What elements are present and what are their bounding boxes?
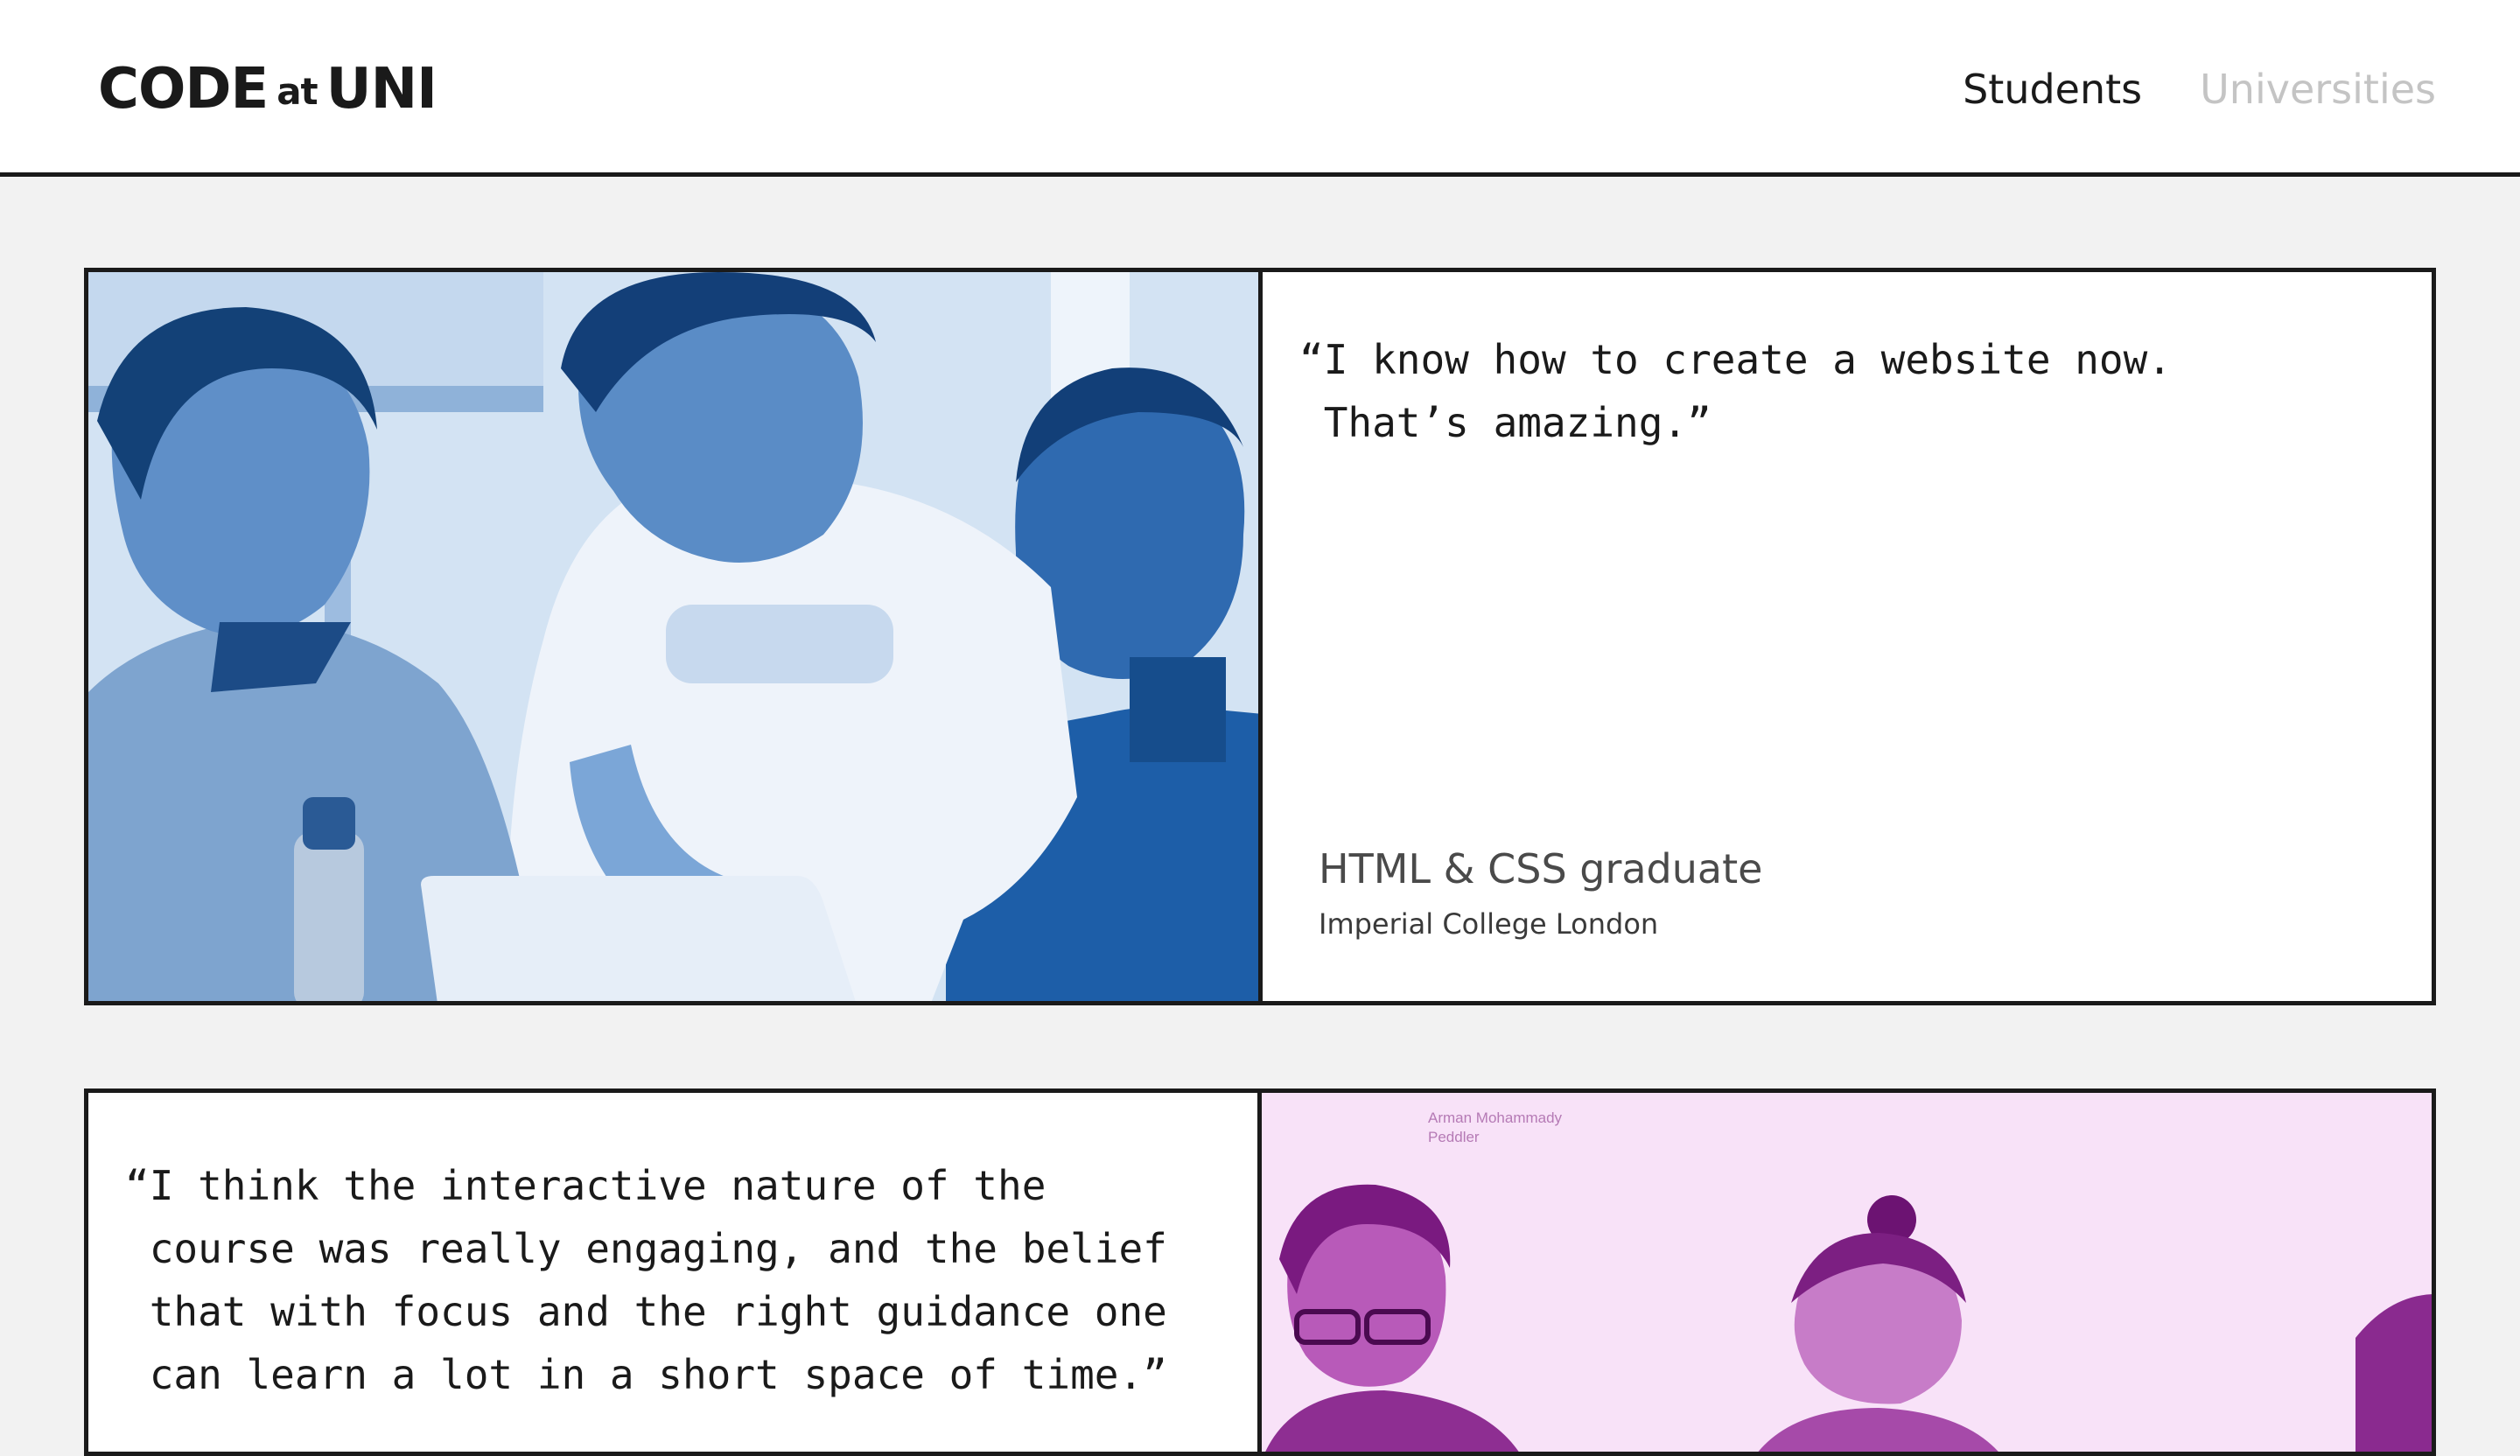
nav-students-link[interactable]: Students [1963,63,2142,116]
site-header: CODE at UNI Students Universities [0,0,2520,177]
nav-universities-link[interactable]: Universities [2200,63,2436,116]
testimonial-card: “I think the interactive nature of the c… [84,1088,2436,1456]
quote-panel: “I know how to create a website now. Tha… [1263,272,2432,1001]
student-photo: Arman Mohammady Peddler [1257,1093,2432,1452]
testimonial-quote: “I know how to create a website now. Tha… [1299,336,2172,446]
logo-at: at [276,70,318,113]
testimonial-card: “I know how to create a website now. Tha… [84,268,2436,1005]
student-photo [88,272,1263,1001]
quote-panel: “I think the interactive nature of the c… [88,1093,1257,1452]
photo-caption: Arman Mohammady Peddler [1428,1110,1563,1145]
main-nav: Students Universities [1963,63,2436,116]
testimonial-school: Imperial College London [1319,907,1659,941]
logo-uni: UNI [326,57,438,122]
logo-code: CODE [98,57,269,122]
site-logo[interactable]: CODE at UNI [98,56,438,125]
testimonial-role: HTML & CSS graduate [1319,845,1763,892]
testimonial-quote: “I think the interactive nature of the c… [125,1162,1167,1398]
students-at-laptop-photo [88,272,1258,1001]
